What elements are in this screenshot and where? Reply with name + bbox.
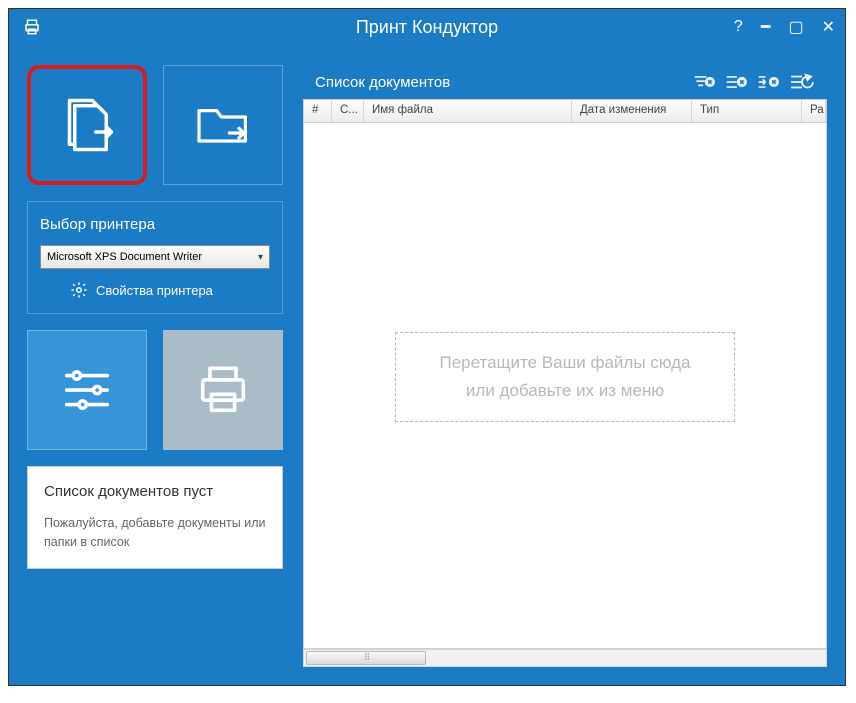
printer-select[interactable]: Microsoft XPS Document Writer bbox=[40, 245, 270, 269]
list-arrow-remove-icon[interactable] bbox=[757, 73, 779, 91]
col-size[interactable]: Ра bbox=[802, 100, 826, 122]
print-tile bbox=[163, 330, 283, 450]
titlebar-title: Принт Кондуктор bbox=[356, 17, 498, 38]
app-window: Принт Кондуктор ? ━ ▢ ✕ bbox=[8, 8, 846, 686]
minimize-button[interactable]: ━ bbox=[761, 17, 771, 37]
col-status[interactable]: С... bbox=[332, 100, 364, 122]
printer-selection-panel: Выбор принтера Microsoft XPS Document Wr… bbox=[27, 201, 283, 314]
help-button[interactable]: ? bbox=[734, 18, 743, 36]
status-message: Пожалуйста, добавьте документы или папки… bbox=[44, 514, 266, 552]
printer-properties-link[interactable]: Свойства принтера bbox=[40, 281, 270, 299]
filter-remove-icon[interactable] bbox=[693, 73, 715, 91]
document-list-panel: Список документов # С... Имя файла Да bbox=[303, 65, 827, 667]
list-remove-icon[interactable] bbox=[725, 73, 747, 91]
settings-tile[interactable] bbox=[27, 330, 147, 450]
dropzone-line1: Перетащите Ваши файлы сюда bbox=[439, 353, 690, 372]
horizontal-scrollbar[interactable] bbox=[303, 649, 827, 667]
col-type[interactable]: Тип bbox=[692, 100, 802, 122]
window-controls: ? ━ ▢ ✕ bbox=[734, 17, 835, 37]
dropzone-line2: или добавьте их из меню bbox=[466, 381, 664, 400]
app-body: Выбор принтера Microsoft XPS Document Wr… bbox=[9, 45, 845, 685]
tile-row-bottom bbox=[27, 330, 283, 450]
printer-selection-title: Выбор принтера bbox=[40, 216, 270, 233]
gear-icon bbox=[70, 281, 88, 299]
table-header: # С... Имя файла Дата изменения Тип Ра bbox=[303, 99, 827, 123]
scrollbar-thumb[interactable] bbox=[306, 651, 426, 665]
close-button[interactable]: ✕ bbox=[822, 17, 835, 37]
col-modified[interactable]: Дата изменения bbox=[572, 100, 692, 122]
status-title: Список документов пуст bbox=[44, 483, 266, 500]
status-card: Список документов пуст Пожалуйста, добав… bbox=[27, 466, 283, 569]
tile-row-top bbox=[27, 65, 283, 185]
titlebar: Принт Кондуктор ? ━ ▢ ✕ bbox=[9, 9, 845, 45]
doclist-header: Список документов bbox=[303, 65, 827, 99]
dropzone-hint: Перетащите Ваши файлы сюда или добавьте … bbox=[395, 332, 735, 422]
col-num[interactable]: # bbox=[304, 100, 332, 122]
add-folder-tile[interactable] bbox=[163, 65, 283, 185]
maximize-button[interactable]: ▢ bbox=[788, 17, 803, 37]
printer-select-value: Microsoft XPS Document Writer bbox=[47, 251, 202, 263]
printer-properties-label: Свойства принтера bbox=[96, 283, 213, 298]
add-files-tile[interactable] bbox=[27, 65, 147, 185]
col-filename[interactable]: Имя файла bbox=[364, 100, 572, 122]
doclist-header-label: Список документов bbox=[315, 74, 683, 91]
list-arrow-back-icon[interactable] bbox=[789, 72, 815, 92]
printer-app-icon bbox=[23, 18, 41, 36]
sidebar: Выбор принтера Microsoft XPS Document Wr… bbox=[27, 65, 283, 667]
table-body[interactable]: Перетащите Ваши файлы сюда или добавьте … bbox=[303, 123, 827, 649]
